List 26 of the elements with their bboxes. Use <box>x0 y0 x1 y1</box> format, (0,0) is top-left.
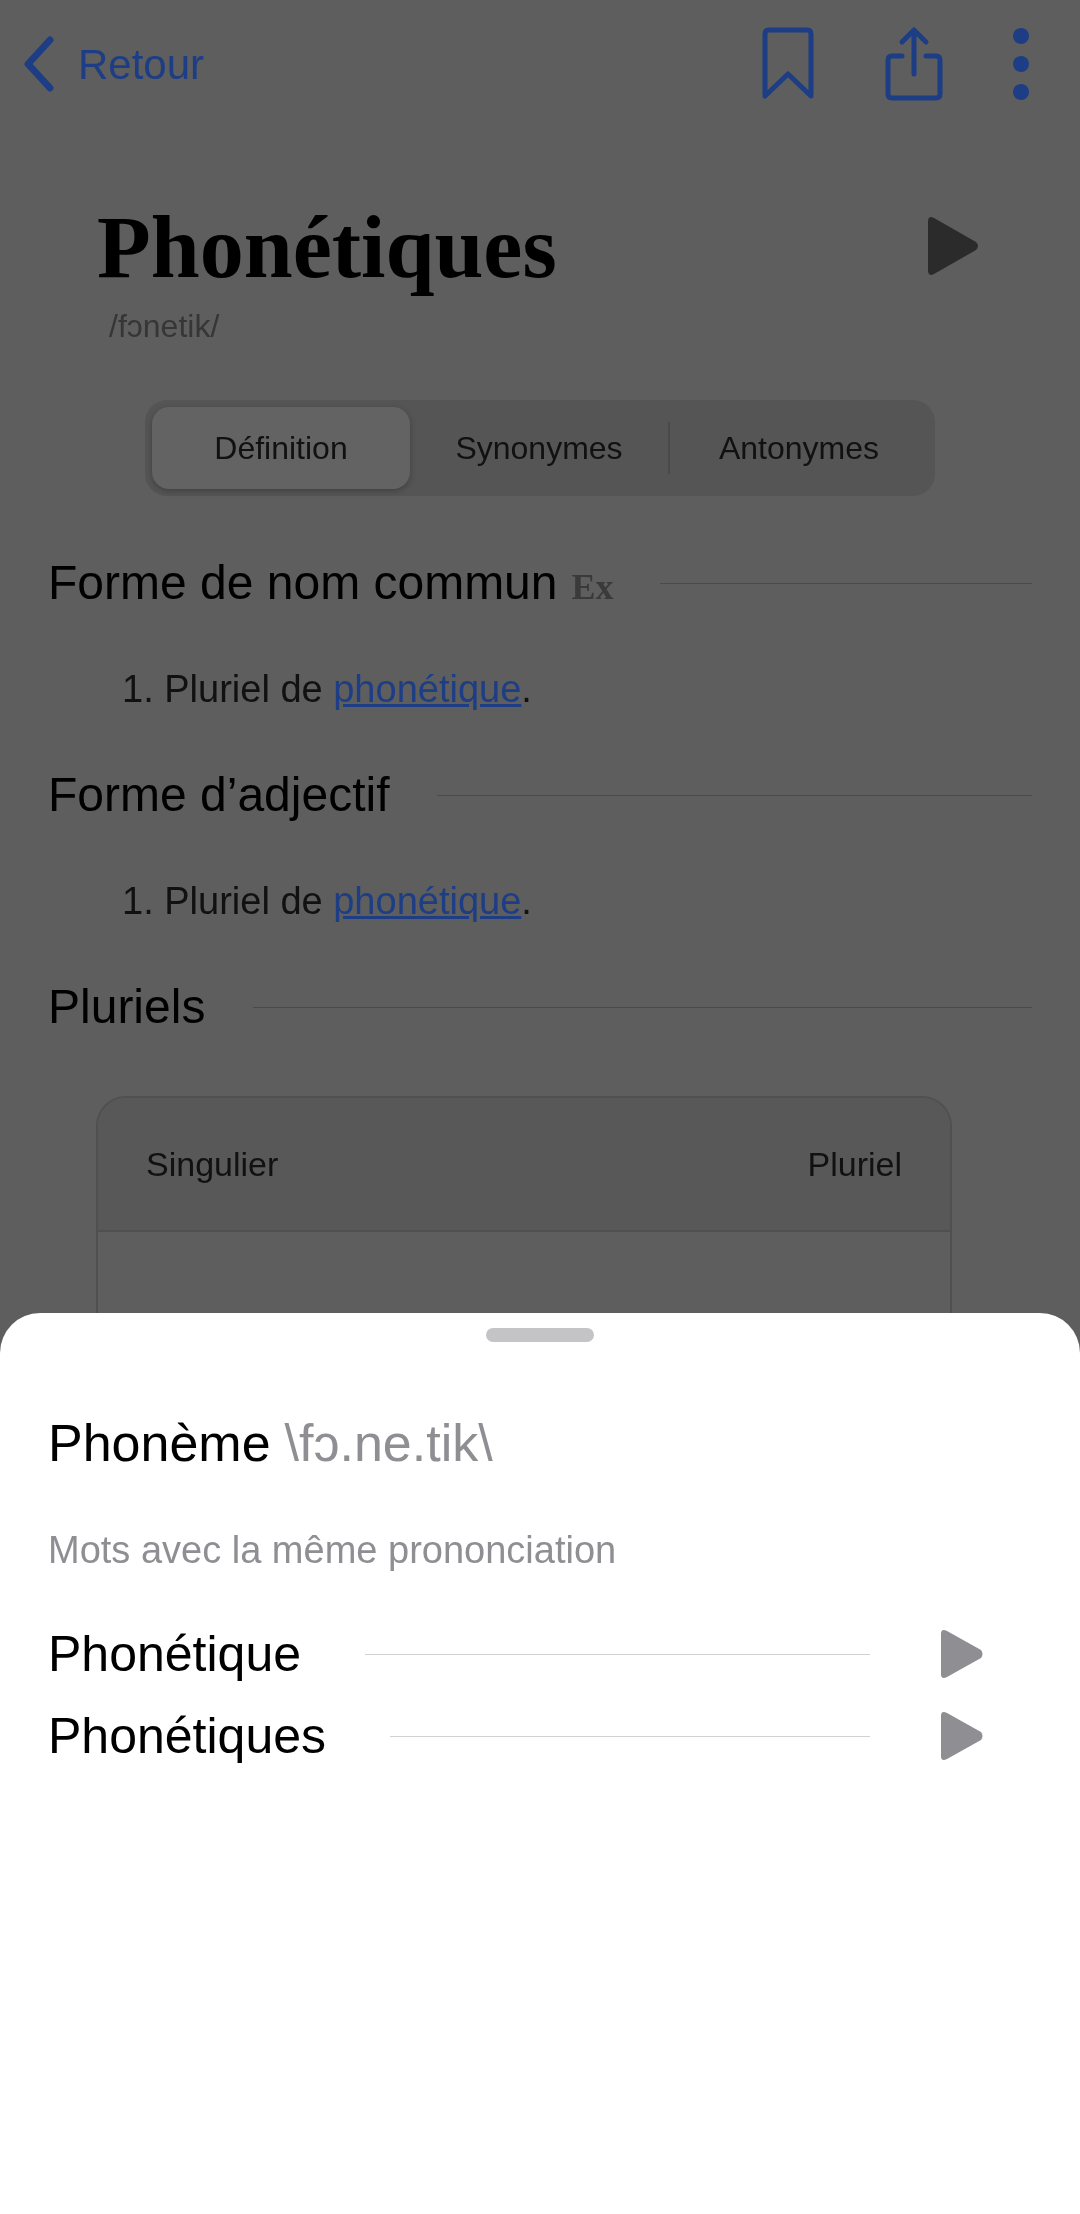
section-heading: Pluriels <box>48 979 206 1035</box>
section-heading: Forme de nom commun <box>48 555 558 611</box>
play-icon[interactable] <box>938 1628 984 1680</box>
column-header: Pluriel <box>807 1143 902 1185</box>
word-text[interactable]: Phonétique <box>48 1616 301 1692</box>
tab[interactable]: Antonymes <box>670 407 928 489</box>
back-button[interactable]: Retour <box>22 32 205 96</box>
phonetic-text: \fɔ.ne.tik\ <box>284 1413 493 1474</box>
sheet-title: Phonème <box>48 1413 271 1474</box>
definition-link[interactable]: phonétique <box>333 668 522 710</box>
chevron-left-icon <box>22 36 56 92</box>
column-header: Singulier <box>146 1143 279 1185</box>
share-icon[interactable] <box>884 26 944 102</box>
more-icon[interactable] <box>1012 27 1030 101</box>
headword-title: Phonétiques <box>97 198 557 298</box>
definition-link[interactable]: phonétique <box>333 880 522 922</box>
word-text[interactable]: Phonétiques <box>48 1698 326 1774</box>
tab[interactable]: Définition <box>152 407 410 489</box>
tab[interactable]: Synonymes <box>410 407 668 489</box>
sheet-subtitle: Mots avec la même prononciation <box>47 1528 618 1573</box>
drag-handle[interactable] <box>486 1328 594 1342</box>
section-heading: Forme d’adjectif <box>48 767 390 823</box>
definition-text: 1. Pluriel de phonétique. <box>121 879 533 924</box>
definition-text: 1. Pluriel de phonétique. <box>121 667 533 712</box>
bookmark-icon[interactable] <box>760 26 816 102</box>
play-icon[interactable] <box>938 1710 984 1762</box>
